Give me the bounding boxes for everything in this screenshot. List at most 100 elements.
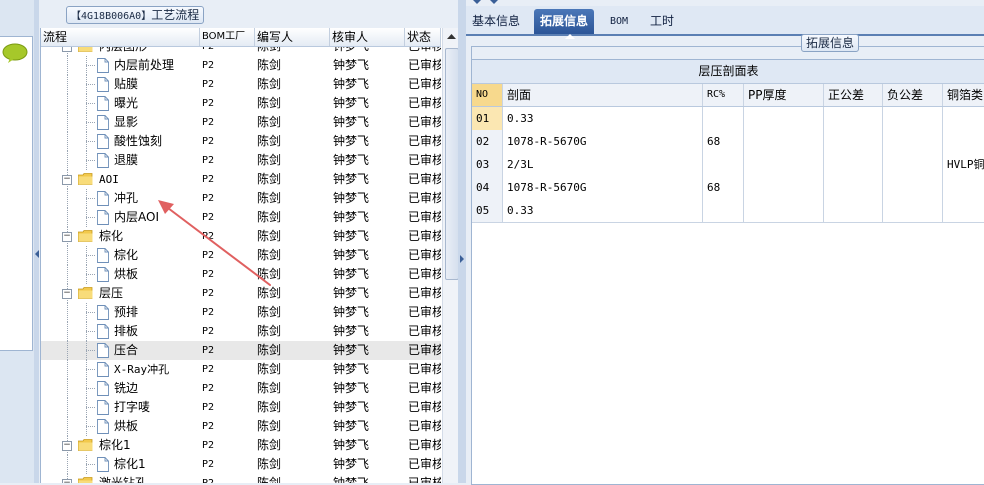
tab-extended-info[interactable]: 拓展信息 xyxy=(534,9,595,34)
tree-step-row[interactable]: 内层前处理 P2 陈剑 钟梦飞 已审核 xyxy=(41,56,441,75)
negative-tolerance-cell[interactable] xyxy=(883,107,943,130)
header-copper-foil[interactable]: 铜箔类 xyxy=(943,84,984,106)
copper-foil-cell[interactable]: HVLP铜 xyxy=(943,153,984,176)
tree-step-row[interactable]: 贴膜 P2 陈剑 钟梦飞 已审核 xyxy=(41,75,441,94)
tree-group-row[interactable]: − 内层图形 P2 陈剑钟梦飞已审核 xyxy=(41,47,441,56)
tree-step-row[interactable]: 预排 P2 陈剑 钟梦飞 已审核 xyxy=(41,303,441,322)
tree-step-row[interactable]: 退膜 P2 陈剑 钟梦飞 已审核 xyxy=(41,151,441,170)
document-icon xyxy=(97,115,109,130)
status-cell: 已审核 xyxy=(408,400,441,414)
header-no[interactable]: NO xyxy=(472,84,503,106)
table-row[interactable]: 04 1078-R-5670G 68 xyxy=(472,176,984,200)
bom-factory-cell: P2 xyxy=(202,60,215,71)
tree-group-row[interactable]: − 棕化1 P2 陈剑 钟梦飞 已审核 xyxy=(41,436,441,455)
annotation-arrow-icon xyxy=(158,200,271,286)
row-no-cell[interactable]: 03 xyxy=(472,153,503,176)
collapse-toggle-icon[interactable]: − xyxy=(62,289,72,299)
positive-tolerance-cell[interactable] xyxy=(824,176,883,199)
tab-bom[interactable]: BOM xyxy=(604,9,634,34)
negative-tolerance-cell[interactable] xyxy=(883,176,943,199)
tree-step-row[interactable]: 铣边 P2 陈剑 钟梦飞 已审核 xyxy=(41,379,441,398)
table-row[interactable]: 03 2/3L HVLP铜 xyxy=(472,153,984,177)
tree-step-row[interactable]: 棕化1 P2 陈剑 钟梦飞 已审核 xyxy=(41,455,441,474)
row-no-cell[interactable]: 04 xyxy=(472,176,503,199)
positive-tolerance-cell[interactable] xyxy=(824,153,883,176)
negative-tolerance-cell[interactable] xyxy=(883,153,943,176)
scroll-up-arrow-icon[interactable] xyxy=(443,28,459,45)
header-profile[interactable]: 剖面 xyxy=(503,84,703,106)
column-flow[interactable]: 流程 xyxy=(41,28,200,46)
column-status[interactable]: 状态 xyxy=(405,28,441,46)
profile-cell[interactable]: 1078-R-5670G xyxy=(503,176,703,199)
collapse-right-arrow-icon[interactable] xyxy=(460,255,464,263)
tree-step-row[interactable]: 曝光 P2 陈剑 钟梦飞 已审核 xyxy=(41,94,441,113)
negative-tolerance-cell[interactable] xyxy=(883,199,943,222)
header-positive-tolerance[interactable]: 正公差 xyxy=(824,84,883,106)
column-bom[interactable]: BOM工厂 xyxy=(200,28,255,46)
table-row[interactable]: 01 0.33 xyxy=(472,107,984,131)
table-row[interactable]: 02 1078-R-5670G 68 xyxy=(472,130,984,154)
column-writer[interactable]: 编写人 xyxy=(255,28,330,46)
rc-cell[interactable]: 68 xyxy=(703,176,744,199)
tree-step-row[interactable]: 压合 P2 陈剑 钟梦飞 已审核 xyxy=(41,341,441,360)
header-negative-tolerance[interactable]: 负公差 xyxy=(883,84,943,106)
profile-cell[interactable]: 1078-R-5670G xyxy=(503,130,703,153)
header-pp-thickness[interactable]: PP厚度 xyxy=(744,84,824,106)
pp-thickness-cell[interactable] xyxy=(744,176,824,199)
profile-cell[interactable]: 2/3L xyxy=(503,153,703,176)
row-no-cell[interactable]: 05 xyxy=(472,199,503,222)
negative-tolerance-cell[interactable] xyxy=(883,130,943,153)
row-no-cell[interactable]: 02 xyxy=(472,130,503,153)
positive-tolerance-cell[interactable] xyxy=(824,107,883,130)
copper-foil-cell[interactable] xyxy=(943,199,984,222)
tab-work-hours[interactable]: 工时 xyxy=(644,9,680,34)
pp-thickness-cell[interactable] xyxy=(744,199,824,222)
bom-factory-cell: P2 xyxy=(202,98,215,109)
header-rc[interactable]: RC% xyxy=(703,84,744,106)
rc-cell[interactable] xyxy=(703,153,744,176)
table-row[interactable]: 05 0.33 xyxy=(472,199,984,223)
tree-step-row[interactable]: 打字唛 P2 陈剑 钟梦飞 已审核 xyxy=(41,398,441,417)
rc-cell[interactable]: 68 xyxy=(703,130,744,153)
tree-scrollbar[interactable] xyxy=(442,28,459,483)
row-no-cell[interactable]: 01 xyxy=(472,107,503,130)
column-reviewer[interactable]: 核审人 xyxy=(330,28,405,46)
copper-foil-cell[interactable] xyxy=(943,130,984,153)
copper-foil-cell[interactable] xyxy=(943,107,984,130)
collapse-toggle-icon[interactable]: − xyxy=(62,175,72,185)
tree-step-row[interactable]: 排板 P2 陈剑 钟梦飞 已审核 xyxy=(41,322,441,341)
lamination-table: 层压剖面表 NO 剖面 RC% PP厚度 正公差 负公差 铜箔类 01 0.33 0… xyxy=(471,59,984,485)
copper-foil-cell[interactable] xyxy=(943,176,984,199)
collapse-toggle-icon[interactable]: − xyxy=(62,479,72,483)
tree-step-row[interactable]: 酸性蚀刻 P2 陈剑 钟梦飞 已审核 xyxy=(41,132,441,151)
pp-thickness-cell[interactable] xyxy=(744,153,824,176)
tree-group-row[interactable]: − AOI P2 陈剑 钟梦飞 已审核 xyxy=(41,170,441,189)
rc-cell[interactable] xyxy=(703,199,744,222)
collapse-left-arrow-icon[interactable] xyxy=(35,250,39,258)
pp-thickness-cell[interactable] xyxy=(744,107,824,130)
tree-step-row[interactable]: X-Ray冲孔 P2 陈剑 钟梦飞 已审核 xyxy=(41,360,441,379)
profile-cell[interactable]: 0.33 xyxy=(503,107,703,130)
tree-connector xyxy=(86,274,95,275)
scrollbar-thumb[interactable] xyxy=(445,48,459,280)
positive-tolerance-cell[interactable] xyxy=(824,130,883,153)
pp-thickness-cell[interactable] xyxy=(744,130,824,153)
chat-bubble-icon[interactable] xyxy=(2,43,28,63)
rc-cell[interactable] xyxy=(703,107,744,130)
collapse-top-arrow-icon[interactable] xyxy=(473,0,481,4)
middle-splitter[interactable] xyxy=(458,0,466,483)
collapse-top-arrow-icon[interactable] xyxy=(490,0,498,4)
positive-tolerance-cell[interactable] xyxy=(824,199,883,222)
tree-step-row[interactable]: 显影 P2 陈剑 钟梦飞 已审核 xyxy=(41,113,441,132)
collapse-toggle-icon[interactable]: − xyxy=(62,441,72,451)
tree-group-row[interactable]: − 激光钻孔 P2 陈剑 钟梦飞 已审核 xyxy=(41,474,441,483)
collapse-toggle-icon[interactable]: − xyxy=(62,232,72,242)
writer-cell: 陈剑 xyxy=(257,172,282,186)
reviewer-cell: 钟梦飞 xyxy=(333,229,370,243)
profile-cell[interactable]: 0.33 xyxy=(503,199,703,222)
collapse-toggle-icon[interactable]: − xyxy=(62,47,72,52)
tree-step-row[interactable]: 烘板 P2 陈剑 钟梦飞 已审核 xyxy=(41,417,441,436)
tab-basic-info[interactable]: 基本信息 xyxy=(466,9,526,34)
left-splitter[interactable] xyxy=(34,0,39,483)
message-panel[interactable] xyxy=(0,36,33,351)
